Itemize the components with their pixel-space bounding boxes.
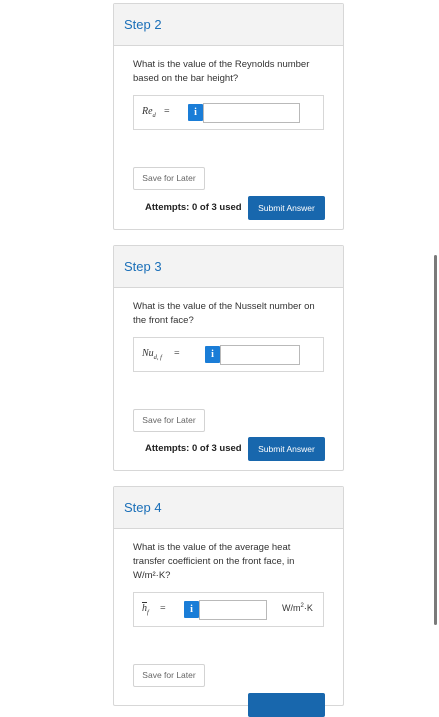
step-4-question: What is the value of the average heat tr… <box>133 542 295 581</box>
step-2-card: Step 2 What is the value of the Reynolds… <box>113 3 344 230</box>
step-3-answer-box: Nud, f = i <box>133 337 324 372</box>
step-4-header: Step 4 <box>114 487 343 529</box>
step-4-variable: hf <box>142 603 149 616</box>
step-2-attempts: Attempts: 0 of 3 used <box>145 202 242 213</box>
step-3-equals: = <box>174 348 180 359</box>
step-3-card: Step 3 What is the value of the Nusselt … <box>113 245 344 471</box>
step-2-answer-box: Red = i <box>133 95 324 130</box>
step-3-question: What is the value of the Nusselt number … <box>133 301 315 326</box>
step-3-attempts: Attempts: 0 of 3 used <box>145 443 242 454</box>
step-2-variable: Red <box>142 106 156 119</box>
step-3-answer-input[interactable] <box>220 345 300 365</box>
step-2-question: What is the value of the Reynolds number… <box>133 59 310 84</box>
step-4-info-icon[interactable]: i <box>184 601 199 618</box>
step-2-submit-button[interactable]: Submit Answer <box>248 196 325 220</box>
step-2-header: Step 2 <box>114 4 343 46</box>
step-4-submit-button[interactable] <box>248 693 325 717</box>
step-4-title: Step 4 <box>124 500 162 515</box>
page-scrollbar[interactable] <box>434 255 437 625</box>
step-2-title: Step 2 <box>124 17 162 32</box>
step-3-info-icon[interactable]: i <box>205 346 220 363</box>
step-4-unit: W/m2·K <box>282 603 313 613</box>
step-3-submit-button[interactable]: Submit Answer <box>248 437 325 461</box>
step-2-answer-input[interactable] <box>203 103 300 123</box>
step-4-body: What is the value of the average heat tr… <box>114 529 343 627</box>
step-4-equals: = <box>160 603 166 614</box>
step-3-save-button[interactable]: Save for Later <box>133 409 205 432</box>
step-4-save-button[interactable]: Save for Later <box>133 664 205 687</box>
step-3-header: Step 3 <box>114 246 343 288</box>
step-4-answer-input[interactable] <box>199 600 267 620</box>
step-3-body: What is the value of the Nusselt number … <box>114 288 343 372</box>
step-3-variable: Nud, f <box>142 348 162 361</box>
step-4-answer-box: hf = i W/m2·K <box>133 592 324 627</box>
step-2-equals: = <box>164 106 170 117</box>
step-4-card: Step 4 What is the value of the average … <box>113 486 344 717</box>
step-3-title: Step 3 <box>124 259 162 274</box>
step-2-body: What is the value of the Reynolds number… <box>114 46 343 130</box>
step-2-save-button[interactable]: Save for Later <box>133 167 205 190</box>
step-2-info-icon[interactable]: i <box>188 104 203 121</box>
